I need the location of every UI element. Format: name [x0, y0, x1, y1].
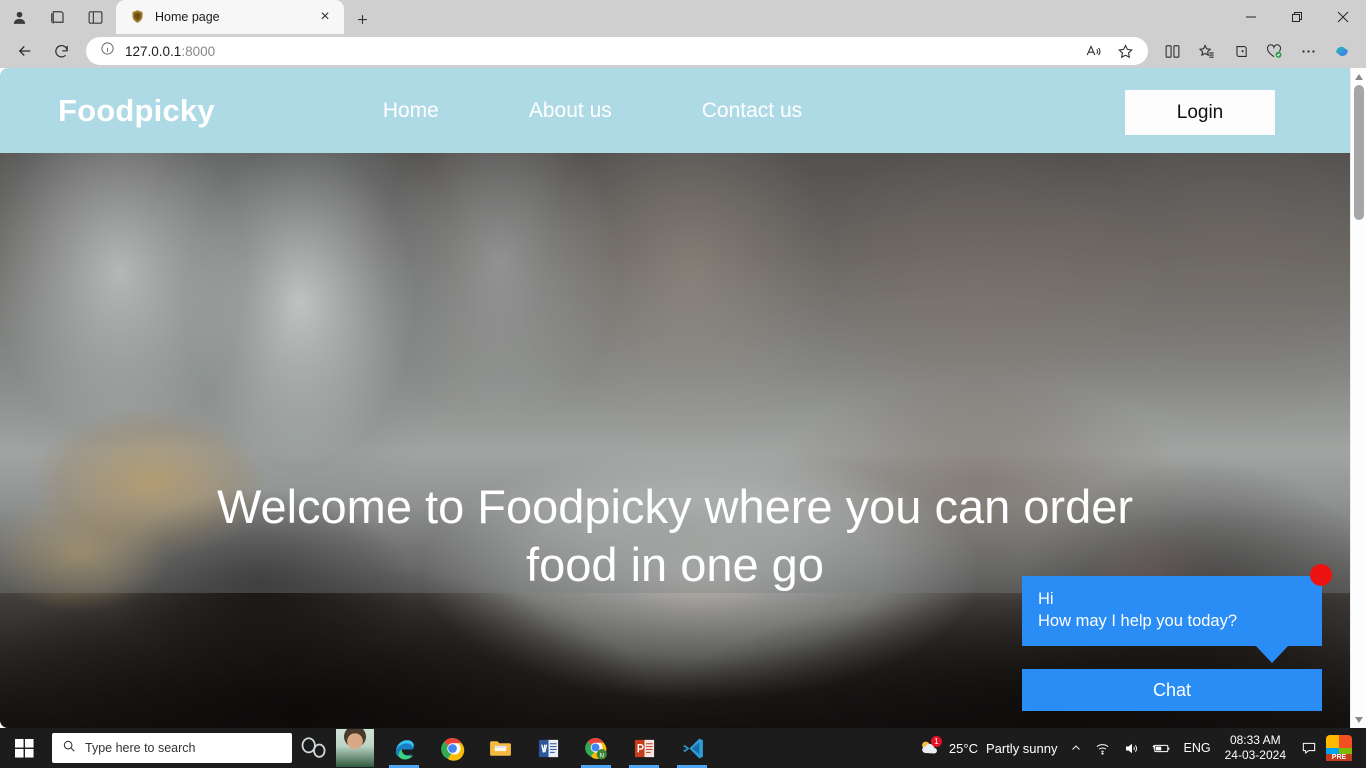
- chat-widget: Hi How may I help you today? Chat: [1022, 564, 1332, 711]
- screen: Home page × 127.0.0.1:8000 Foodpicky Hom…: [0, 0, 1366, 768]
- shield-favicon: [130, 9, 146, 25]
- read-aloud-icon[interactable]: [1080, 39, 1106, 63]
- chat-greeting-line1: Hi: [1038, 590, 1054, 609]
- search-input[interactable]: Type here to search: [52, 733, 292, 763]
- refresh-icon[interactable]: [44, 36, 78, 66]
- address-port: :8000: [181, 43, 216, 59]
- clock-date: 24-03-2024: [1224, 748, 1286, 762]
- copilot-icon[interactable]: [1326, 36, 1358, 66]
- chat-greeting-bubble: Hi How may I help you today?: [1022, 564, 1332, 663]
- address-host: 127.0.0.1: [125, 43, 182, 59]
- tab-title: Home page: [155, 10, 220, 24]
- taskbar-app-chrome-node[interactable]: N: [572, 728, 620, 768]
- nav-item-home[interactable]: Home: [338, 99, 484, 123]
- back-icon[interactable]: [8, 36, 42, 66]
- volume-icon[interactable]: [1117, 728, 1146, 768]
- svg-text:N: N: [599, 752, 604, 759]
- browser-essentials-icon[interactable]: [1258, 36, 1290, 66]
- browser-tab[interactable]: Home page ×: [116, 0, 344, 34]
- address-bar-actions: [1080, 39, 1142, 63]
- favorites-icon[interactable]: [1190, 36, 1222, 66]
- chat-notification-badge[interactable]: [1310, 564, 1332, 587]
- minimize-icon[interactable]: [1228, 0, 1274, 34]
- scroll-down-arrow-icon[interactable]: [1351, 711, 1366, 728]
- address-text: 127.0.0.1:8000: [125, 44, 215, 59]
- battery-icon[interactable]: [1146, 728, 1178, 768]
- web-page: Foodpicky Home About us Contact us Login…: [0, 68, 1350, 728]
- search-icon: [62, 739, 76, 758]
- window-controls: [1228, 0, 1366, 34]
- weather-widget[interactable]: 1 25°C Partly sunny: [911, 728, 1064, 768]
- taskbar-apps: N: [380, 728, 716, 768]
- collections-icon[interactable]: [1224, 36, 1256, 66]
- close-icon[interactable]: [1320, 0, 1366, 34]
- close-tab-icon[interactable]: ×: [314, 6, 336, 28]
- site-header: Foodpicky Home About us Contact us Login: [0, 68, 1350, 153]
- new-tab-button[interactable]: [344, 4, 380, 34]
- pre-app-icon[interactable]: PRE: [1324, 728, 1360, 768]
- scrollbar-track[interactable]: [1351, 85, 1366, 711]
- wifi-icon[interactable]: [1088, 728, 1117, 768]
- taskbar-app-file-explorer[interactable]: [476, 728, 524, 768]
- chat-bubble-tail: [1255, 645, 1289, 663]
- weather-condition: Partly sunny: [985, 740, 1058, 756]
- chat-greeting-line2: How may I help you today?: [1038, 611, 1238, 630]
- nav-item-about-us[interactable]: About us: [484, 99, 657, 123]
- taskbar-app-word[interactable]: [524, 728, 572, 768]
- taskbar: Type here to search N 1 25°C Partly sunn…: [0, 728, 1366, 768]
- weather-icon: 1: [917, 736, 942, 759]
- search-placeholder: Type here to search: [85, 741, 196, 755]
- address-bar[interactable]: 127.0.0.1:8000: [86, 37, 1148, 65]
- taskbar-app-edge[interactable]: [380, 728, 428, 768]
- browser-toolbar: 127.0.0.1:8000: [0, 34, 1366, 68]
- clock[interactable]: 08:33 AM 24-03-2024: [1217, 733, 1294, 763]
- restore-icon[interactable]: [1274, 0, 1320, 34]
- scroll-up-arrow-icon[interactable]: [1351, 68, 1366, 85]
- taskbar-app-vscode[interactable]: [668, 728, 716, 768]
- system-tray: 1 25°C Partly sunny ENG 08:33 AM 24-03-2…: [911, 728, 1366, 768]
- page-scrollbar[interactable]: [1350, 68, 1366, 728]
- taskbar-app-chrome[interactable]: [428, 728, 476, 768]
- split-screen-icon[interactable]: [1156, 36, 1188, 66]
- favorite-star-icon[interactable]: [1112, 39, 1138, 63]
- tab-strip: Home page ×: [0, 0, 1366, 34]
- chat-button[interactable]: Chat: [1022, 669, 1322, 711]
- show-hidden-icons-chevron[interactable]: [1064, 728, 1088, 768]
- profile-icon[interactable]: [0, 0, 38, 34]
- cortana-icon[interactable]: [294, 728, 334, 768]
- notifications-icon[interactable]: [1294, 728, 1324, 768]
- clock-time: 08:33 AM: [1229, 733, 1281, 747]
- taskbar-app-powerpoint[interactable]: [620, 728, 668, 768]
- weather-temperature: 25°C: [948, 740, 978, 756]
- hero-section: Welcome to Foodpicky where you can order…: [0, 153, 1350, 728]
- main-nav: Home About us Contact us: [338, 99, 847, 123]
- tab-actions-icon[interactable]: [76, 0, 114, 34]
- scrollbar-thumb[interactable]: [1353, 85, 1364, 220]
- info-icon[interactable]: [100, 41, 115, 61]
- brand-logo[interactable]: Foodpicky: [58, 93, 215, 129]
- settings-more-icon[interactable]: [1292, 36, 1324, 66]
- login-button[interactable]: Login: [1125, 90, 1275, 135]
- language-indicator[interactable]: ENG: [1178, 728, 1217, 768]
- workspaces-icon[interactable]: [38, 0, 76, 34]
- start-button[interactable]: [0, 728, 48, 768]
- user-photo-thumbnail[interactable]: [336, 729, 374, 767]
- page-viewport: Foodpicky Home About us Contact us Login…: [0, 68, 1366, 728]
- nav-item-contact-us[interactable]: Contact us: [657, 99, 847, 123]
